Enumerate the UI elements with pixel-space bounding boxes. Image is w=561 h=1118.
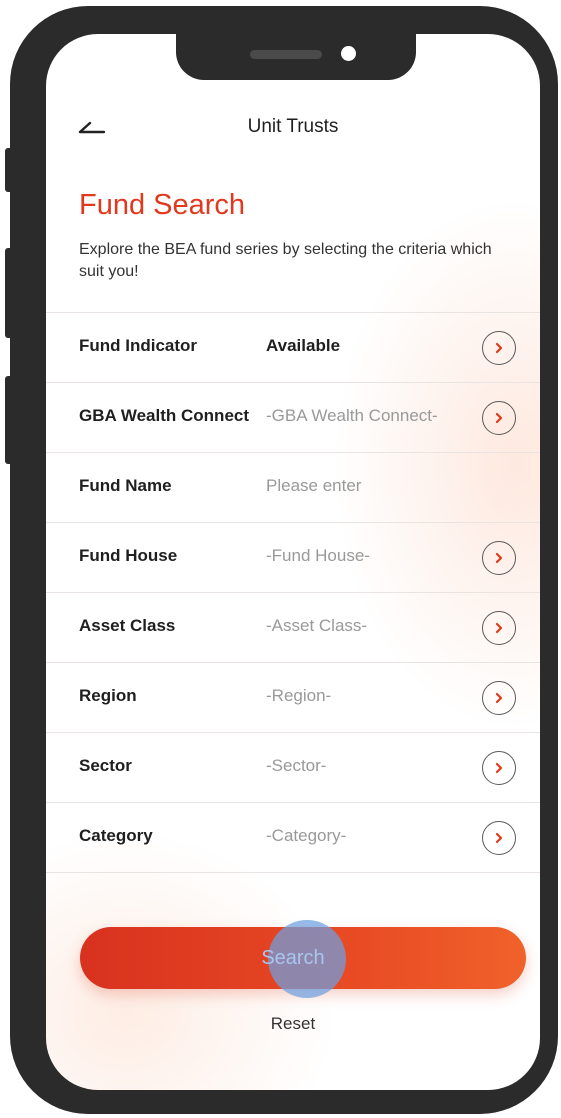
intro-text: Explore the BEA fund series by selecting… bbox=[79, 241, 492, 280]
header-title: Unit Trusts bbox=[247, 116, 339, 137]
field-value: -Sector- bbox=[266, 756, 327, 775]
field-value: -GBA Wealth Connect- bbox=[266, 406, 438, 425]
volume-down-button bbox=[5, 376, 15, 464]
search-button-label: Search bbox=[261, 947, 325, 969]
chevron-right-icon[interactable] bbox=[482, 611, 516, 645]
fund-name-input[interactable]: Please enter bbox=[266, 476, 361, 496]
chevron-right-icon[interactable] bbox=[482, 331, 516, 365]
field-asset-class[interactable]: Asset Class -Asset Class- bbox=[46, 593, 540, 663]
field-fund-house[interactable]: Fund House -Fund House- bbox=[46, 523, 540, 593]
field-gba-wealth-connect[interactable]: GBA Wealth Connect -GBA Wealth Connect- bbox=[46, 383, 540, 453]
field-label: GBA Wealth Connect bbox=[79, 406, 250, 425]
speaker-grille bbox=[250, 50, 322, 59]
app-screen: Unit Trusts Fund Search Explore the BEA … bbox=[46, 34, 540, 1090]
field-value: -Asset Class- bbox=[266, 616, 368, 635]
field-value: -Category- bbox=[266, 826, 347, 845]
field-label: Fund Indicator bbox=[79, 336, 198, 355]
phone-frame: Unit Trusts Fund Search Explore the BEA … bbox=[5, 6, 558, 1114]
field-label: Asset Class bbox=[79, 616, 176, 635]
field-sector[interactable]: Sector -Sector- bbox=[46, 733, 540, 803]
mute-switch bbox=[5, 148, 15, 192]
field-region[interactable]: Region -Region- bbox=[46, 663, 540, 733]
search-criteria-list: Fund Indicator Available GBA Wealth Conn… bbox=[46, 312, 540, 873]
field-value: Available bbox=[266, 336, 341, 355]
field-label: Category bbox=[79, 826, 153, 845]
field-fund-indicator[interactable]: Fund Indicator Available bbox=[46, 313, 540, 383]
field-label: Fund Name bbox=[79, 476, 172, 495]
page-title: Fund Search bbox=[79, 189, 246, 221]
field-label: Region bbox=[79, 686, 137, 705]
reset-link[interactable]: Reset bbox=[46, 1014, 540, 1034]
front-camera bbox=[341, 46, 356, 61]
field-label: Sector bbox=[79, 756, 132, 775]
field-value: -Region- bbox=[266, 686, 332, 705]
chevron-right-icon[interactable] bbox=[482, 681, 516, 715]
volume-up-button bbox=[5, 248, 15, 338]
chevron-right-icon[interactable] bbox=[482, 401, 516, 435]
chevron-right-icon[interactable] bbox=[482, 751, 516, 785]
field-fund-name[interactable]: Fund Name Please enter bbox=[46, 453, 540, 523]
chevron-right-icon[interactable] bbox=[482, 541, 516, 575]
field-value: -Fund House- bbox=[266, 546, 370, 565]
notch bbox=[176, 34, 416, 80]
field-label: Fund House bbox=[79, 546, 178, 565]
field-category[interactable]: Category -Category- bbox=[46, 803, 540, 873]
chevron-right-icon[interactable] bbox=[482, 821, 516, 855]
